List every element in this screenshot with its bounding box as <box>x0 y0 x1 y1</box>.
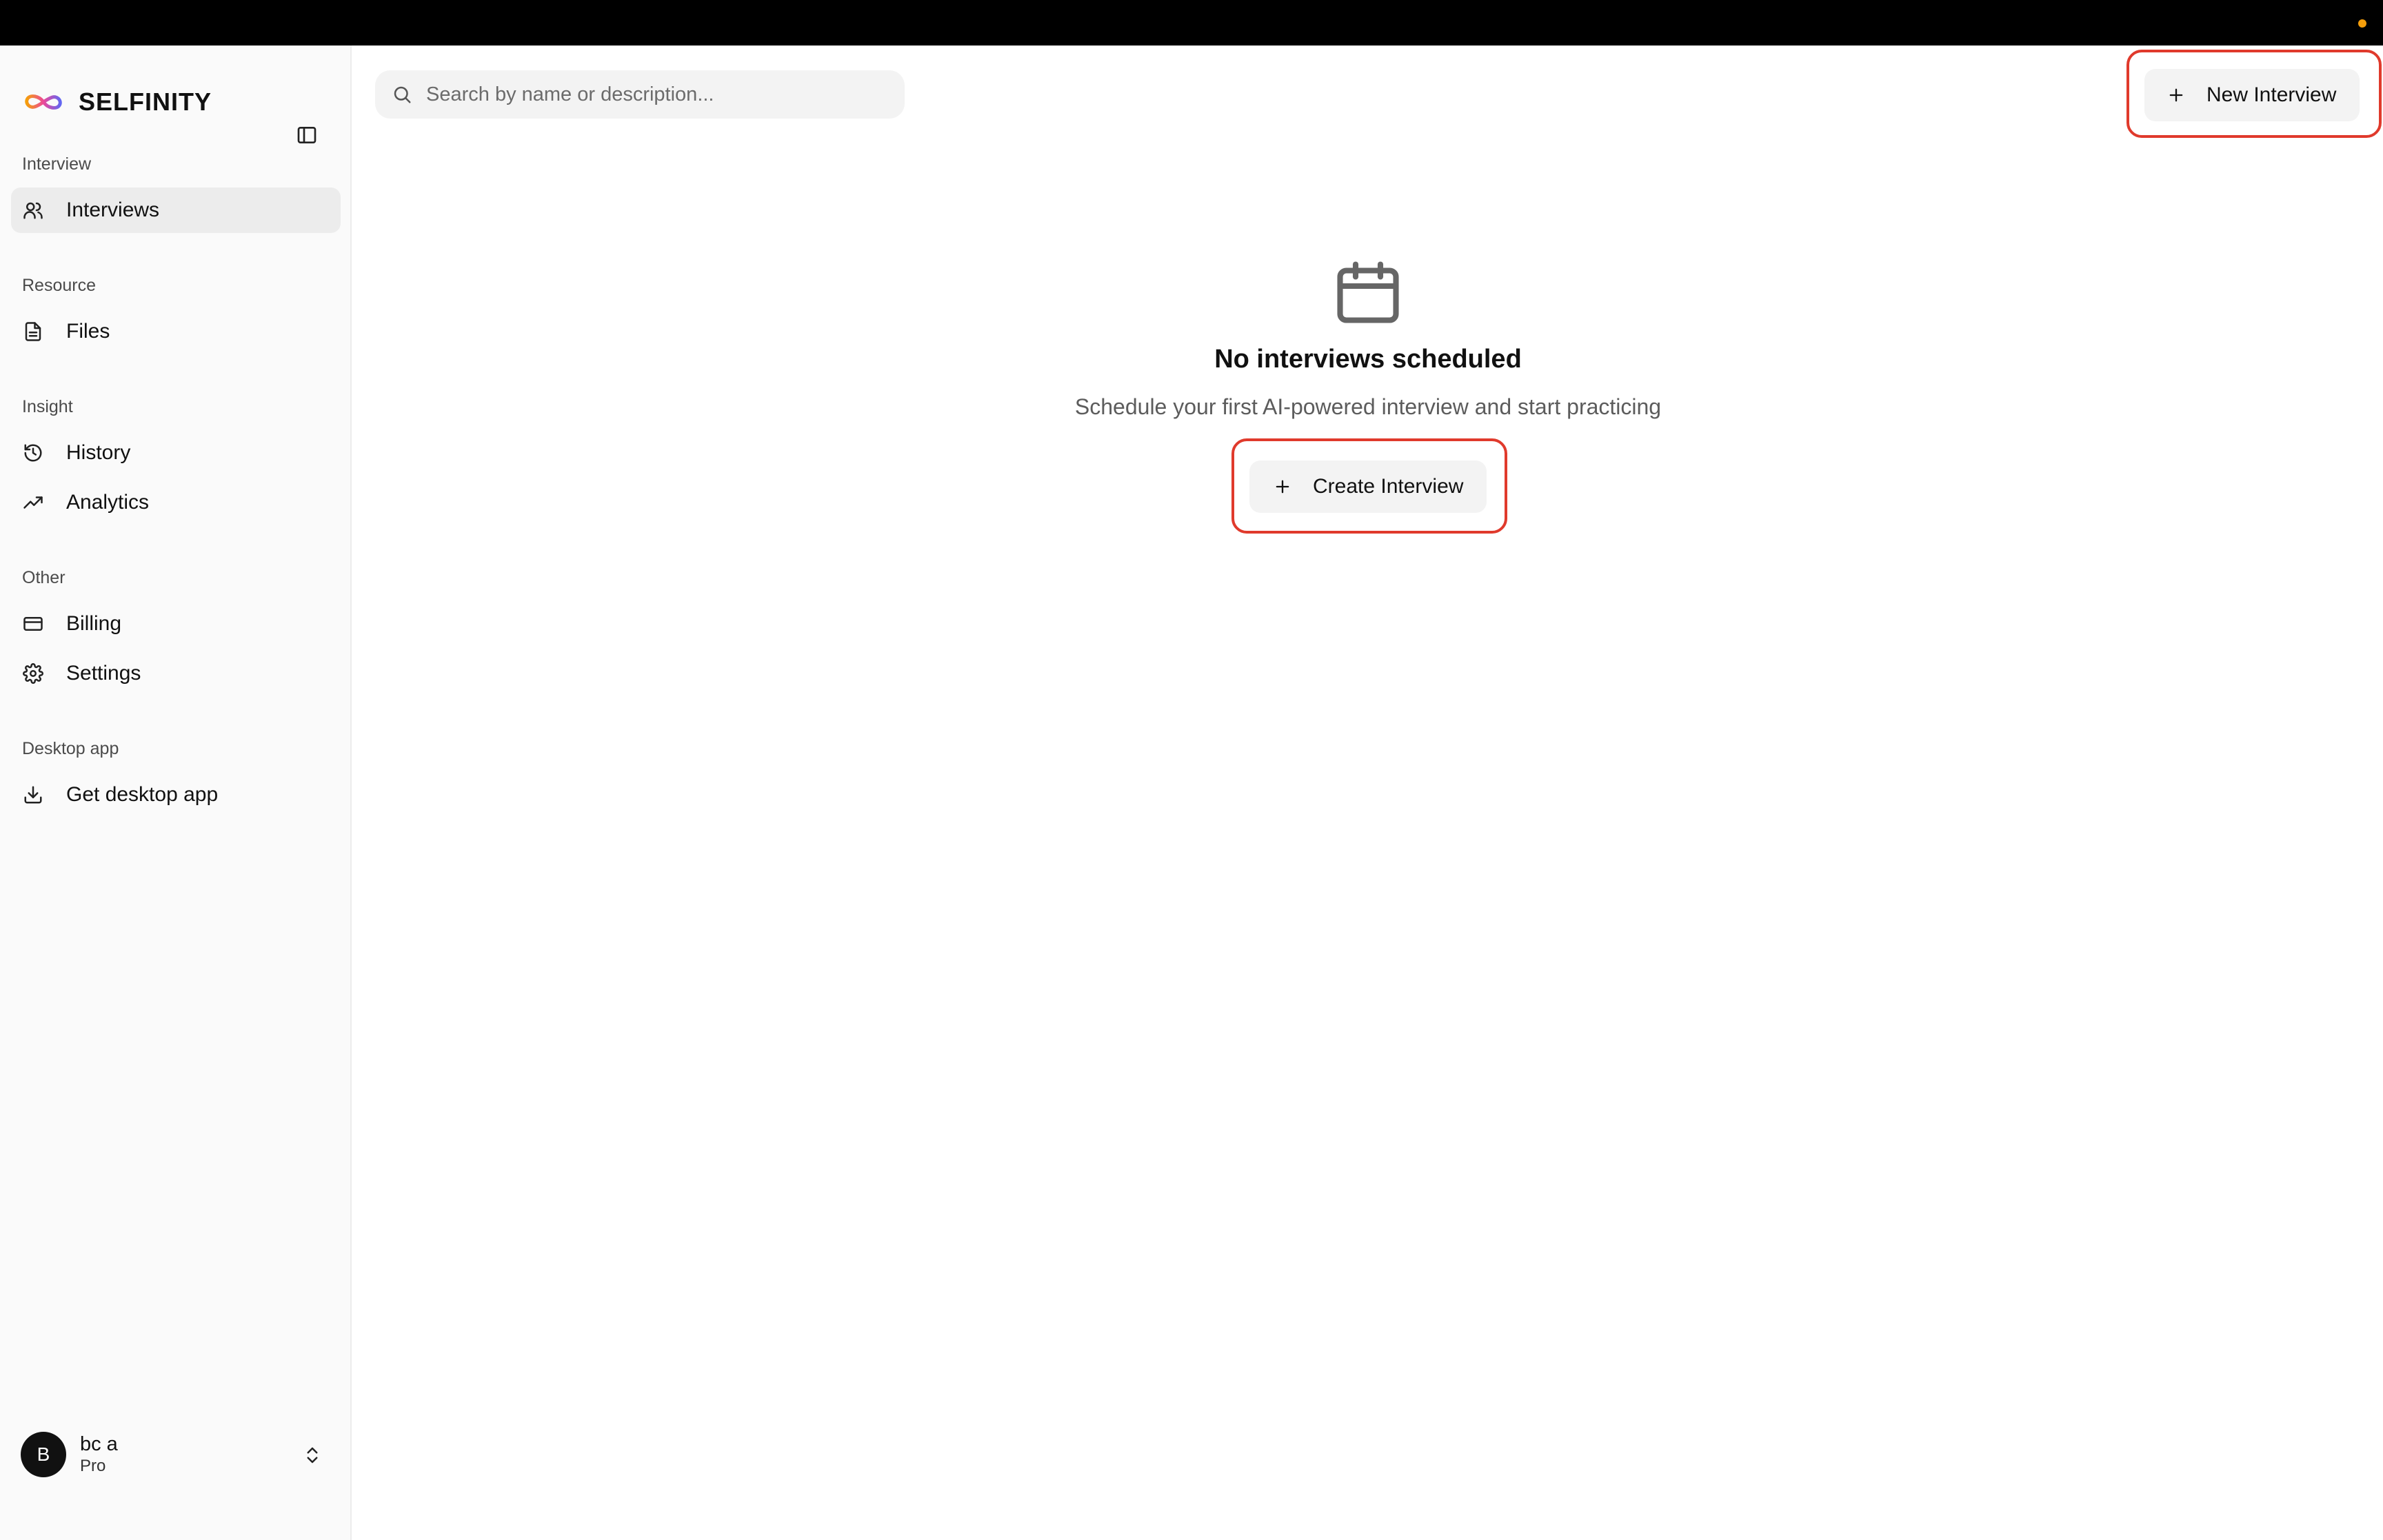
download-icon <box>22 784 44 806</box>
empty-state-title: No interviews scheduled <box>1214 345 1522 374</box>
new-interview-button[interactable]: New Interview <box>2144 69 2360 121</box>
sidebar-item-label: Get desktop app <box>66 783 219 806</box>
section-label-desktop-app: Desktop app <box>22 739 119 758</box>
create-interview-label: Create Interview <box>1313 475 1464 498</box>
empty-state-subtitle: Schedule your first AI-powered interview… <box>1074 394 1662 419</box>
search-input[interactable] <box>425 82 894 107</box>
plus-icon <box>2169 88 2183 102</box>
search-bar[interactable] <box>375 70 905 119</box>
sidebar-item-label: Interviews <box>66 199 160 221</box>
brand[interactable]: SELFINITY <box>22 76 212 128</box>
user-menu[interactable]: B bc a Pro <box>21 1427 338 1482</box>
chevrons-up-down-icon <box>307 1447 318 1463</box>
sidebar-item-analytics[interactable]: Analytics <box>11 480 341 525</box>
sidebar-item-label: Files <box>66 320 110 343</box>
search-icon <box>394 86 411 103</box>
section-label-other: Other <box>22 568 66 587</box>
sidebar-item-history[interactable]: History <box>11 430 341 476</box>
sidebar-item-label: Analytics <box>66 491 150 514</box>
sidebar-item-settings[interactable]: Settings <box>11 651 341 696</box>
section-label-interview: Interview <box>22 154 92 174</box>
create-interview-button[interactable]: Create Interview <box>1249 460 1487 513</box>
section-label-insight: Insight <box>22 397 73 416</box>
gear-icon <box>22 662 44 685</box>
avatar: B <box>21 1432 66 1477</box>
user-plan: Pro <box>80 1457 106 1475</box>
credit-card-icon <box>22 613 44 635</box>
file-text-icon <box>22 321 44 343</box>
sidebar-toggle-button[interactable] <box>294 123 320 148</box>
brand-name: SELFINITY <box>79 88 212 116</box>
user-meta: bc a Pro <box>80 1432 118 1477</box>
sidebar-item-interviews[interactable]: Interviews <box>11 188 341 233</box>
sidebar-item-label: Settings <box>66 662 141 685</box>
users-icon <box>22 199 44 221</box>
new-interview-label: New Interview <box>2206 83 2337 106</box>
sidebar-item-billing[interactable]: Billing <box>11 601 341 647</box>
system-top-bar <box>0 0 2383 45</box>
sidebar-item-get-desktop-app[interactable]: Get desktop app <box>11 772 341 818</box>
panel-left-icon <box>297 127 316 143</box>
status-dot-icon <box>2358 19 2366 28</box>
section-label-resource: Resource <box>22 276 96 295</box>
sidebar-item-files[interactable]: Files <box>11 309 341 354</box>
history-icon <box>22 442 44 464</box>
plus-icon <box>1276 480 1289 494</box>
user-name: bc a <box>80 1433 118 1455</box>
sidebar: SELFINITY Interview Interviews Resource <box>0 45 352 1540</box>
sidebar-item-label: History <box>66 441 131 464</box>
trending-up-icon <box>22 492 44 514</box>
calendar-icon <box>1337 261 1399 323</box>
infinity-logo-icon <box>25 94 62 110</box>
sidebar-item-label: Billing <box>66 612 122 635</box>
